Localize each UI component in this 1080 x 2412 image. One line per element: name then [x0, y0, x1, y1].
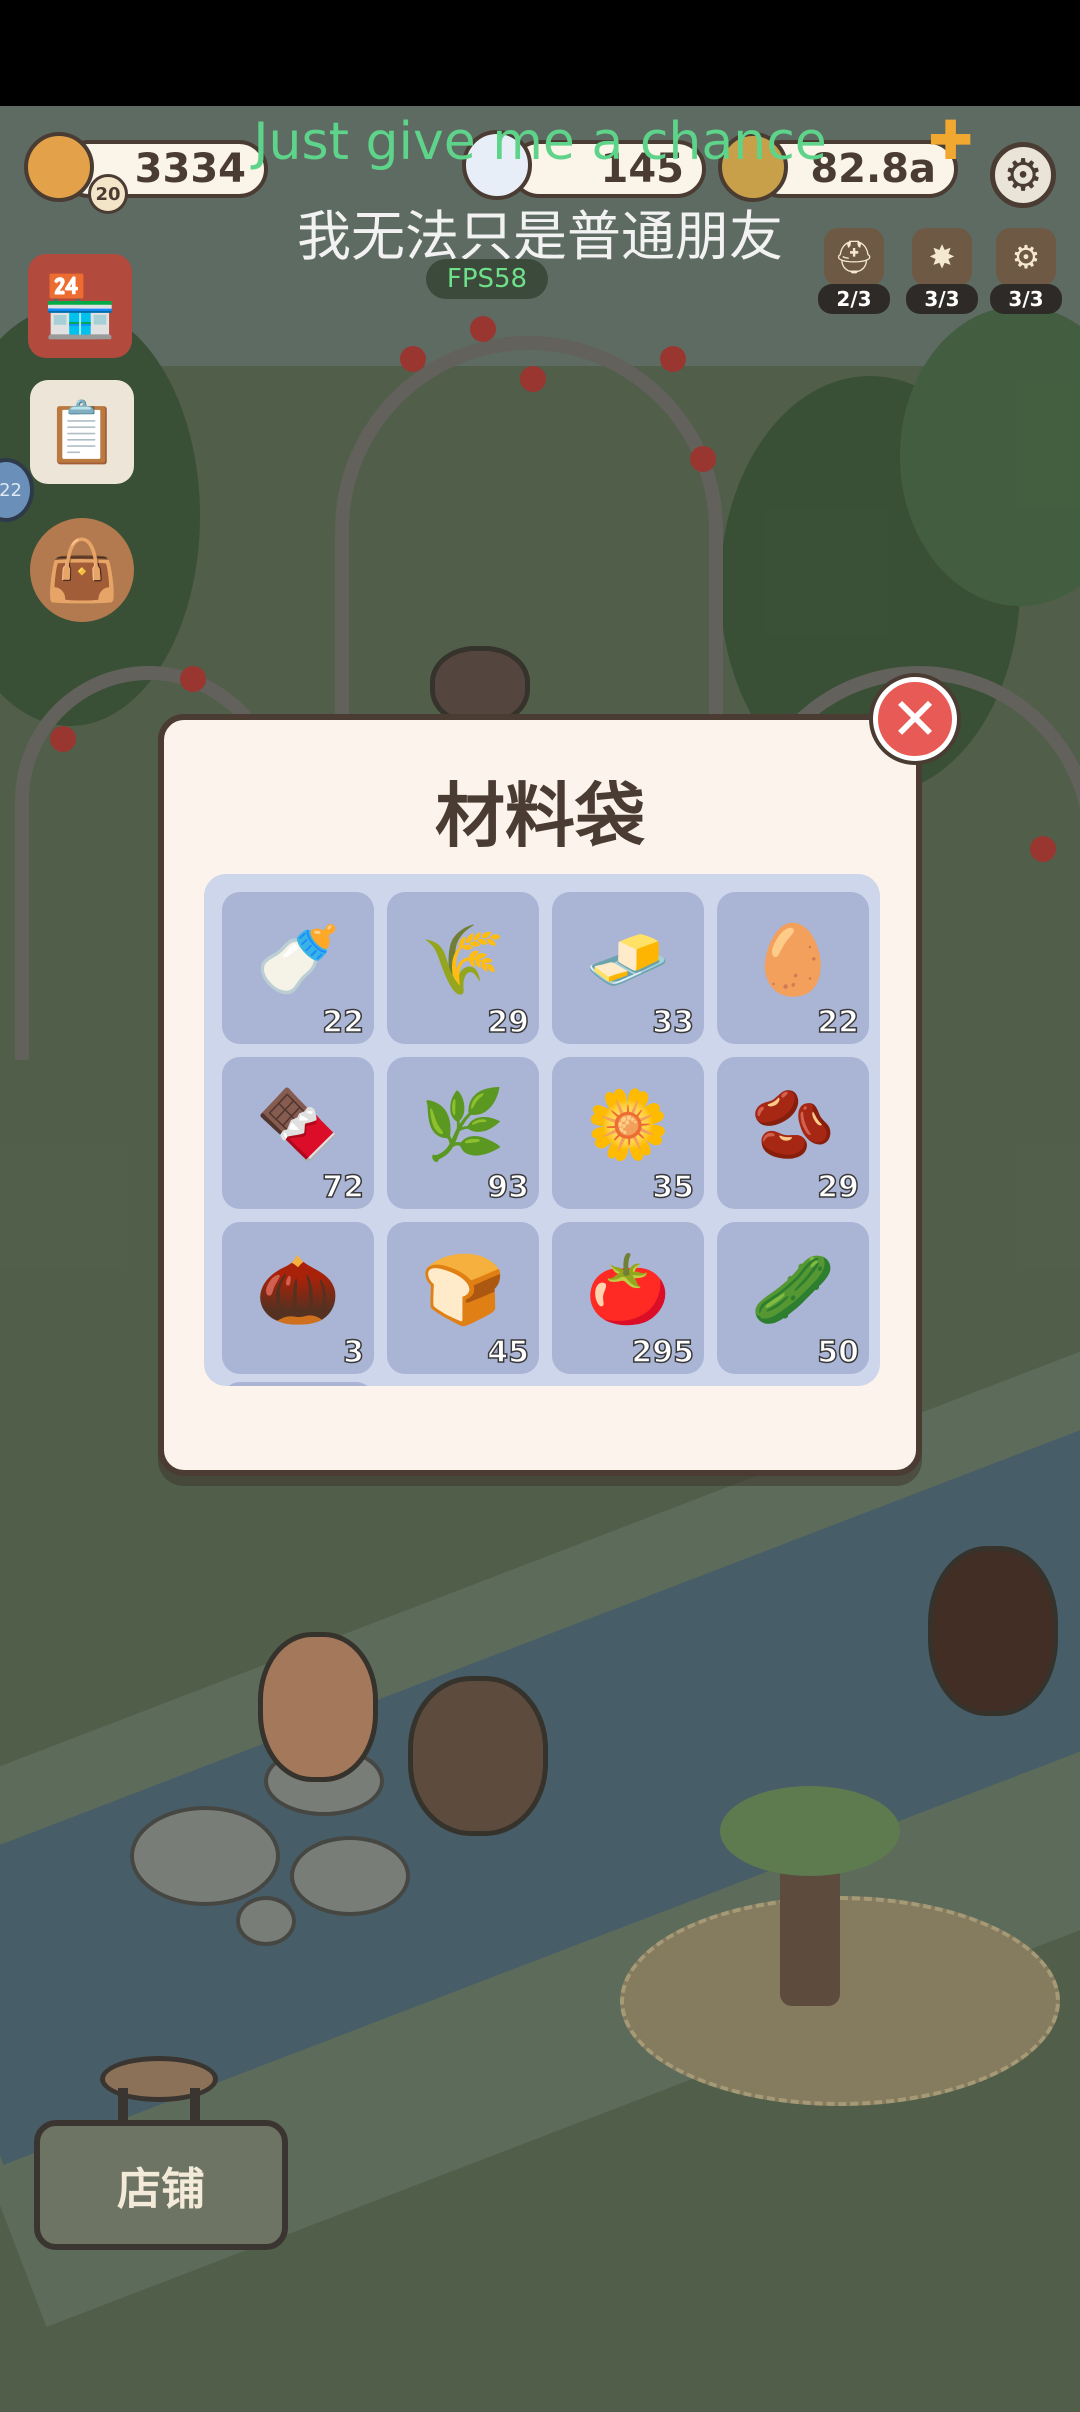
material-count: 29 [817, 1169, 860, 1206]
material-count: 35 [652, 1169, 695, 1206]
material-bag-button[interactable]: 👜 [30, 518, 134, 622]
material-count: 22 [817, 1004, 860, 1041]
shop-label: 店铺 [117, 2164, 205, 2215]
bread-rolls-icon: 🍞 [420, 1251, 506, 1330]
subtitle-english: Just give me a chance [253, 112, 827, 172]
material-count: 33 [652, 1004, 695, 1041]
wheat-flour-icon: 🌾 [420, 921, 506, 1000]
coffee-beans-icon: 🫘 [750, 1086, 836, 1165]
material-slot-vanilla[interactable]: 🌼 35 [552, 1057, 704, 1209]
production-count: 2/3 [818, 284, 890, 314]
vanilla-icon: 🌼 [585, 1086, 671, 1165]
material-grid: 🍼 22 🌾 29 🧈 33 🥚 22 🍫 72 🌿 93 🌼 35 🫘 29 … [204, 874, 880, 1386]
material-bag-modal: 材料袋 🍼 22 🌾 29 🧈 33 🥚 22 🍫 72 🌿 93 🌼 35 🫘… [158, 714, 922, 1476]
bag-icon: 👜 [44, 535, 120, 606]
material-slot-bread[interactable]: 🍞 45 [387, 1222, 539, 1374]
task-list-button[interactable]: 📋 [30, 380, 134, 484]
material-slot-tomato[interactable]: 🍅 295 [552, 1222, 704, 1374]
material-count: 50 [817, 1334, 860, 1371]
milk-bottle-icon: 🍼 [255, 921, 341, 1000]
material-count: 45 [487, 1334, 530, 1371]
material-slot-cucumber[interactable]: 🥒 50 [717, 1222, 869, 1374]
cucumber-icon: 🥒 [750, 1251, 836, 1330]
butter-icon: 🧈 [585, 921, 671, 1000]
status-bar [0, 0, 1080, 106]
subtitle-chinese: 我无法只是普通朋友 [297, 205, 783, 268]
shop-stall-icon: 🏪 [42, 271, 118, 342]
chocolate-icon: 🍫 [255, 1086, 341, 1165]
eggs-icon: 🥚 [750, 921, 836, 1000]
material-slot-milk[interactable]: 🍼 22 [222, 892, 374, 1044]
nuts-icon: 🌰 [255, 1251, 341, 1330]
material-slot-partial[interactable] [222, 1382, 374, 1386]
material-slot-mint[interactable]: 🌿 93 [387, 1057, 539, 1209]
material-count: 295 [631, 1334, 695, 1371]
production-count: 3/3 [906, 284, 978, 314]
side-timer-value: 22 [0, 479, 22, 501]
mint-leaf-icon: 🌿 [420, 1086, 506, 1165]
checklist-icon: 📋 [44, 397, 120, 468]
material-count: 3 [342, 1334, 364, 1371]
material-slot-flour[interactable]: 🌾 29 [387, 892, 539, 1044]
material-slot-coffee[interactable]: 🫘 29 [717, 1057, 869, 1209]
close-button[interactable]: ✕ [873, 677, 957, 761]
shop-button[interactable]: 店铺 [34, 2120, 288, 2250]
tomato-icon: 🍅 [585, 1251, 671, 1330]
material-slot-butter[interactable]: 🧈 33 [552, 892, 704, 1044]
production-count: 3/3 [990, 284, 1062, 314]
fps-counter: FPS58 [426, 259, 548, 299]
material-count: 72 [322, 1169, 365, 1206]
material-count: 29 [487, 1004, 530, 1041]
material-count: 22 [322, 1004, 365, 1041]
material-slot-eggs[interactable]: 🥚 22 [717, 892, 869, 1044]
material-slot-nuts[interactable]: 🌰 3 [222, 1222, 374, 1374]
material-count: 93 [487, 1169, 530, 1206]
material-slot-chocolate[interactable]: 🍫 72 [222, 1057, 374, 1209]
modal-title: 材料袋 [435, 775, 645, 857]
close-icon: ✕ [890, 685, 940, 753]
